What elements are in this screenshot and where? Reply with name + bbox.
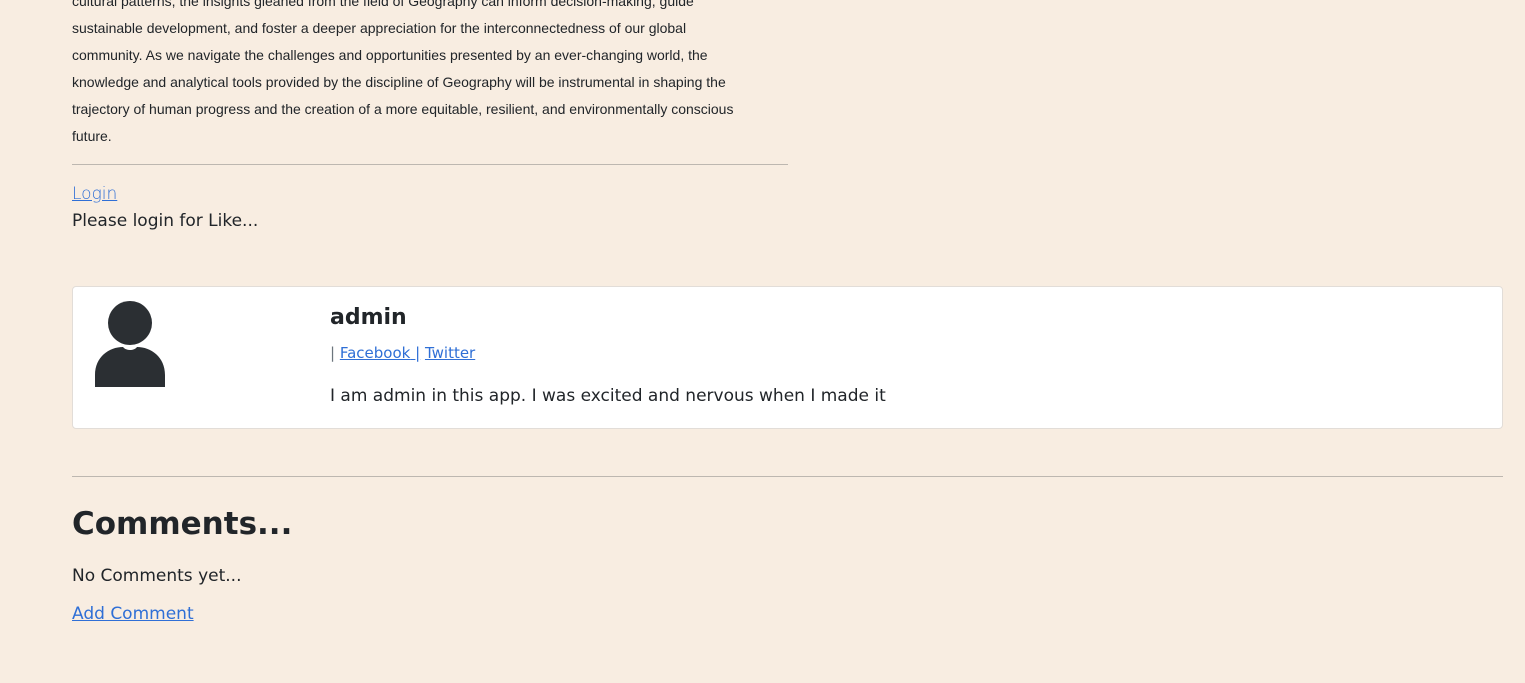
author-name: admin (330, 305, 407, 330)
article-line: trajectory of human progress and the cre… (72, 101, 734, 117)
article-line: sustainable development, and foster a de… (72, 20, 687, 36)
person-icon (95, 301, 165, 387)
no-comments-text: No Comments yet... (72, 566, 242, 586)
article-line: knowledge and analytical tools provided … (72, 74, 726, 90)
author-card: admin | Facebook | Twitter I am admin in… (72, 286, 1503, 429)
author-bio: I am admin in this app. I was excited an… (330, 386, 886, 406)
comments-title: Comments... (72, 506, 293, 542)
article-line: cultural patterns, the insights gleaned … (72, 0, 694, 9)
facebook-link[interactable]: Facebook | (340, 344, 420, 362)
article-divider (72, 164, 788, 165)
comments-divider (72, 476, 1503, 477)
facebook-label: Facebook (339, 344, 411, 362)
social-separator: | (330, 344, 336, 362)
social-separator: | (415, 344, 421, 362)
article-body: cultural patterns, the insights gleaned … (72, 0, 788, 150)
article-line: future. (72, 128, 112, 144)
social-links: | Facebook | Twitter (330, 344, 475, 362)
article-line: community. As we navigate the challenges… (72, 47, 708, 63)
twitter-link[interactable]: Twitter (425, 344, 475, 362)
add-comment-link[interactable]: Add Comment (72, 604, 194, 624)
login-link[interactable]: Login (72, 184, 117, 204)
like-login-note: Please login for Like... (72, 211, 259, 231)
